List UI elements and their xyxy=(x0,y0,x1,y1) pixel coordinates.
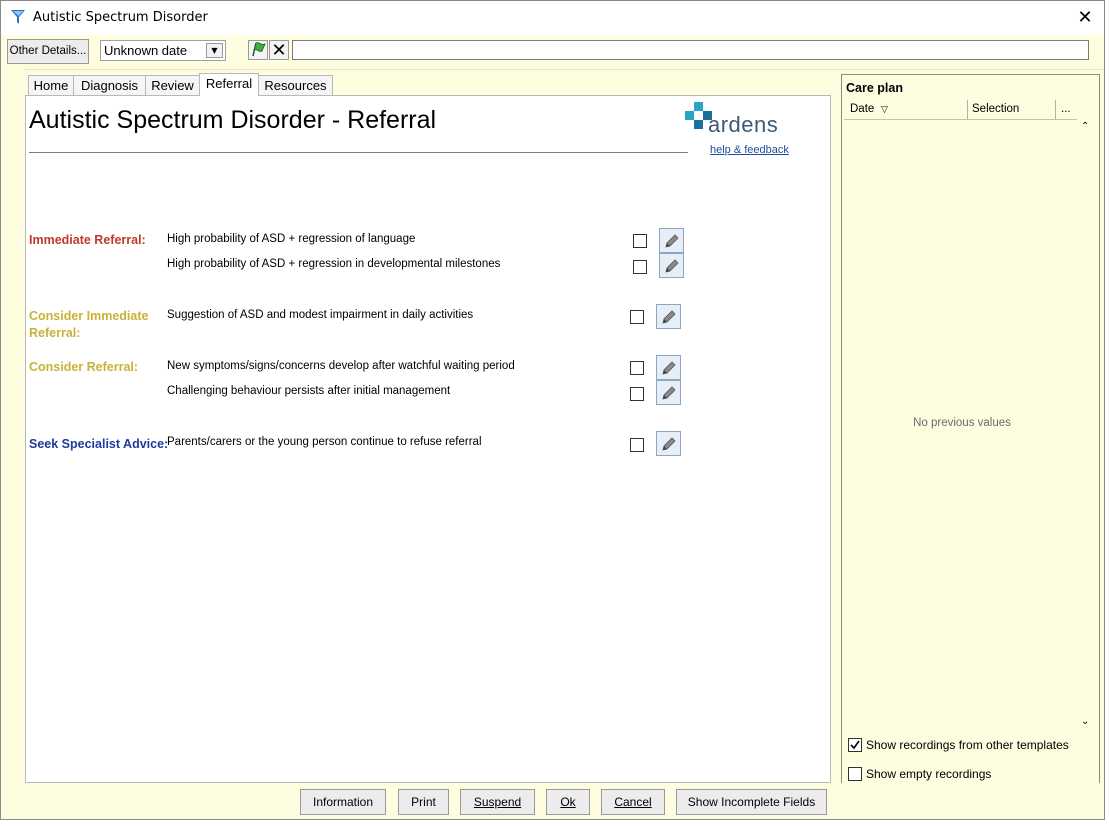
item-text: New symptoms/signs/concerns develop afte… xyxy=(167,360,515,372)
x-icon[interactable]: ✕ xyxy=(269,40,289,61)
tab-referral[interactable]: Referral xyxy=(199,73,259,96)
dialog-window: Autistic Spectrum Disorder ✕ Other Detai… xyxy=(0,0,1105,820)
ardens-logo: ardens xyxy=(684,102,799,138)
show-empty-recordings-checkbox[interactable] xyxy=(848,767,862,781)
scroll-down-icon[interactable]: ⌄ xyxy=(1081,716,1089,727)
suspend-button[interactable]: Suspend xyxy=(460,789,535,815)
scroll-up-icon[interactable]: ⌃ xyxy=(1081,121,1089,132)
tab-diagnosis[interactable]: Diagnosis xyxy=(73,75,146,96)
pencil-icon[interactable] xyxy=(656,431,681,456)
app-icon xyxy=(11,10,25,24)
show-empty-recordings-label: Show empty recordings xyxy=(866,767,992,781)
filter-icon[interactable]: ▽ xyxy=(881,104,888,115)
column-selection[interactable]: Selection xyxy=(972,103,1019,115)
pencil-icon[interactable] xyxy=(659,253,684,278)
title-bar: Autistic Spectrum Disorder ✕ xyxy=(1,1,1104,35)
bottom-button-bar: Information Print Suspend Ok Cancel Show… xyxy=(1,783,1104,819)
date-select[interactable]: Unknown date ▼ xyxy=(100,40,226,61)
item-checkbox[interactable] xyxy=(633,234,647,248)
date-select-value: Unknown date xyxy=(104,43,188,58)
logo-text: ardens xyxy=(708,112,779,137)
referral-panel: Autistic Spectrum Disorder - Referral ar… xyxy=(25,95,831,783)
item-text: High probability of ASD + regression of … xyxy=(167,233,416,245)
item-checkbox[interactable] xyxy=(630,438,644,452)
item-checkbox[interactable] xyxy=(630,361,644,375)
green-flag-icon[interactable] xyxy=(248,40,268,60)
section-label-immediate-referral: Immediate Referral: xyxy=(29,233,146,247)
pencil-icon[interactable] xyxy=(656,380,681,405)
free-text-input[interactable] xyxy=(292,40,1089,60)
pencil-icon[interactable] xyxy=(656,304,681,329)
print-button[interactable]: Print xyxy=(398,789,449,815)
title-divider xyxy=(29,152,688,153)
window-title: Autistic Spectrum Disorder xyxy=(33,10,208,25)
pencil-icon[interactable] xyxy=(656,355,681,380)
item-checkbox[interactable] xyxy=(633,260,647,274)
care-plan-header: Date ▽ Selection ... xyxy=(844,100,1077,120)
column-separator xyxy=(967,100,968,119)
item-text: Challenging behaviour persists after ini… xyxy=(167,385,451,397)
item-text: Parents/carers or the young person conti… xyxy=(167,436,482,448)
item-checkbox[interactable] xyxy=(630,310,644,324)
item-text: High probability of ASD + regression in … xyxy=(167,258,501,270)
other-details-button[interactable]: Other Details... xyxy=(7,39,89,64)
tab-resources[interactable]: Resources xyxy=(258,75,333,96)
item-checkbox[interactable] xyxy=(630,387,644,401)
tab-home[interactable]: Home xyxy=(28,75,74,96)
column-separator xyxy=(1055,100,1056,119)
item-text: Suggestion of ASD and modest impairment … xyxy=(167,309,474,321)
chevron-down-icon[interactable]: ▼ xyxy=(206,43,223,58)
page-title: Autistic Spectrum Disorder - Referral xyxy=(29,106,437,134)
show-other-templates-checkbox[interactable] xyxy=(848,738,862,752)
section-label-consider-referral: Consider Referral: xyxy=(29,360,139,374)
toolbar: Other Details... Unknown date ▼ ✕ xyxy=(1,35,1104,70)
close-button[interactable]: ✕ xyxy=(1072,5,1098,31)
care-plan-empty-message: No previous values xyxy=(913,417,1011,429)
column-more[interactable]: ... xyxy=(1061,103,1071,115)
section-label-consider-immediate-referral: Consider Immediate Referral: xyxy=(29,309,149,340)
column-date[interactable]: Date xyxy=(850,103,874,115)
ok-button[interactable]: Ok xyxy=(546,789,590,815)
show-other-templates-label: Show recordings from other templates xyxy=(866,738,1069,752)
section-label-seek-specialist-advice: Seek Specialist Advice: xyxy=(29,437,169,451)
help-feedback-link[interactable]: help & feedback xyxy=(710,144,789,156)
show-incomplete-fields-button[interactable]: Show Incomplete Fields xyxy=(676,789,827,815)
care-plan-panel: Care plan Date ▽ Selection ... ⌃ ⌄ No pr… xyxy=(841,74,1100,786)
information-button[interactable]: Information xyxy=(300,789,386,815)
cancel-button[interactable]: Cancel xyxy=(601,789,665,815)
care-plan-title: Care plan xyxy=(846,81,903,95)
left-strip xyxy=(1,69,23,819)
tab-review[interactable]: Review xyxy=(145,75,200,96)
pencil-icon[interactable] xyxy=(659,228,684,253)
